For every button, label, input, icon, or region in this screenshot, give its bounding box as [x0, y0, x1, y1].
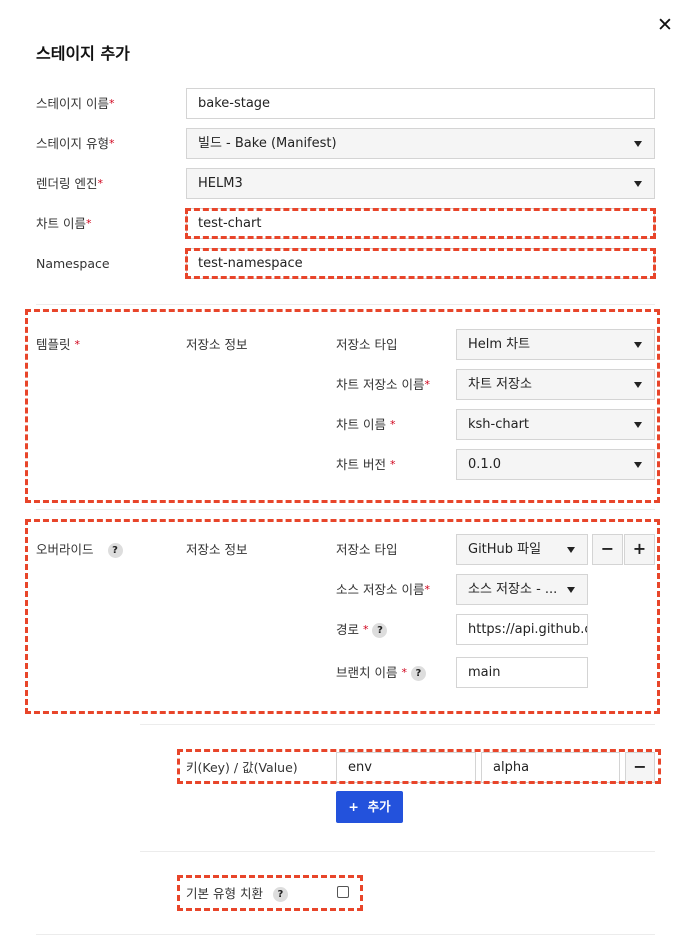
chevron-down-icon — [634, 422, 642, 428]
value-input[interactable]: alpha — [481, 752, 620, 783]
divider — [140, 851, 655, 852]
remove-override-button[interactable]: − — [592, 534, 623, 565]
key-value-label: 키(Key) / 값(Value) — [186, 760, 298, 775]
divider — [36, 934, 655, 935]
chevron-down-icon — [634, 181, 642, 187]
divider — [140, 724, 655, 725]
chevron-down-icon — [634, 462, 642, 468]
stage-type-label: 스테이지 유형* — [36, 136, 115, 151]
path-label: 경로 * ? — [336, 622, 388, 638]
add-override-button[interactable]: + — [624, 534, 655, 565]
chart-name-label: 차트 이름* — [36, 216, 92, 231]
override-repo-info: 저장소 정보 — [186, 542, 248, 557]
close-icon[interactable]: ✕ — [657, 14, 673, 36]
chart-version-label: 차트 버전 * — [336, 457, 396, 472]
template-repo-type-label: 저장소 타입 — [336, 337, 398, 352]
render-engine-select[interactable]: HELM3 — [186, 168, 655, 199]
add-kv-button[interactable]: + 추가 — [336, 791, 403, 823]
help-icon[interactable]: ? — [372, 623, 388, 638]
dialog-title: 스테이지 추가 — [36, 44, 130, 63]
stage-name-input[interactable]: bake-stage — [186, 88, 655, 119]
branch-label: 브랜치 이름 * ? — [336, 665, 426, 681]
chevron-down-icon — [634, 342, 642, 348]
chart-repo-name-select[interactable]: 차트 저장소 — [456, 369, 655, 400]
plus-icon: + — [348, 799, 359, 814]
override-repo-type-select[interactable]: GitHub 파일 — [456, 534, 588, 565]
source-repo-label: 소스 저장소 이름* — [336, 582, 430, 597]
override-repo-type-label: 저장소 타입 — [336, 542, 398, 557]
chart-version-select[interactable]: 0.1.0 — [456, 449, 655, 480]
replace-default-type-label: 기본 유형 치환 ? — [186, 886, 288, 902]
source-repo-select[interactable]: 소스 저장소 - ... — [456, 574, 588, 605]
remove-kv-button[interactable]: − — [625, 752, 655, 783]
stage-type-select[interactable]: 빌드 - Bake (Manifest) — [186, 128, 655, 159]
key-input[interactable]: env — [336, 752, 476, 783]
override-label: 오버라이드 ? — [36, 542, 123, 558]
chevron-down-icon — [567, 547, 575, 553]
divider — [36, 509, 655, 510]
chart-repo-name-label: 차트 저장소 이름* — [336, 377, 430, 392]
chevron-down-icon — [567, 587, 575, 593]
help-icon[interactable]: ? — [107, 543, 123, 558]
stage-name-label: 스테이지 이름* — [36, 96, 115, 111]
namespace-input[interactable]: test-namespace — [186, 248, 655, 279]
template-chart-name-select[interactable]: ksh-chart — [456, 409, 655, 440]
template-repo-info: 저장소 정보 — [186, 337, 248, 352]
render-engine-label: 렌더링 엔진* — [36, 176, 103, 191]
path-input[interactable]: https://api.github.com — [456, 614, 588, 645]
chevron-down-icon — [634, 382, 642, 388]
template-chart-name-label: 차트 이름 * — [336, 417, 396, 432]
replace-default-type-checkbox[interactable] — [337, 886, 349, 898]
template-repo-type-select[interactable]: Helm 차트 — [456, 329, 655, 360]
chevron-down-icon — [634, 141, 642, 147]
namespace-label: Namespace — [36, 256, 110, 271]
chart-name-input[interactable]: test-chart — [186, 208, 655, 239]
help-icon[interactable]: ? — [272, 887, 288, 902]
template-label: 템플릿 * — [36, 337, 80, 352]
branch-input[interactable]: main — [456, 657, 588, 688]
help-icon[interactable]: ? — [410, 666, 426, 681]
divider — [36, 304, 655, 305]
